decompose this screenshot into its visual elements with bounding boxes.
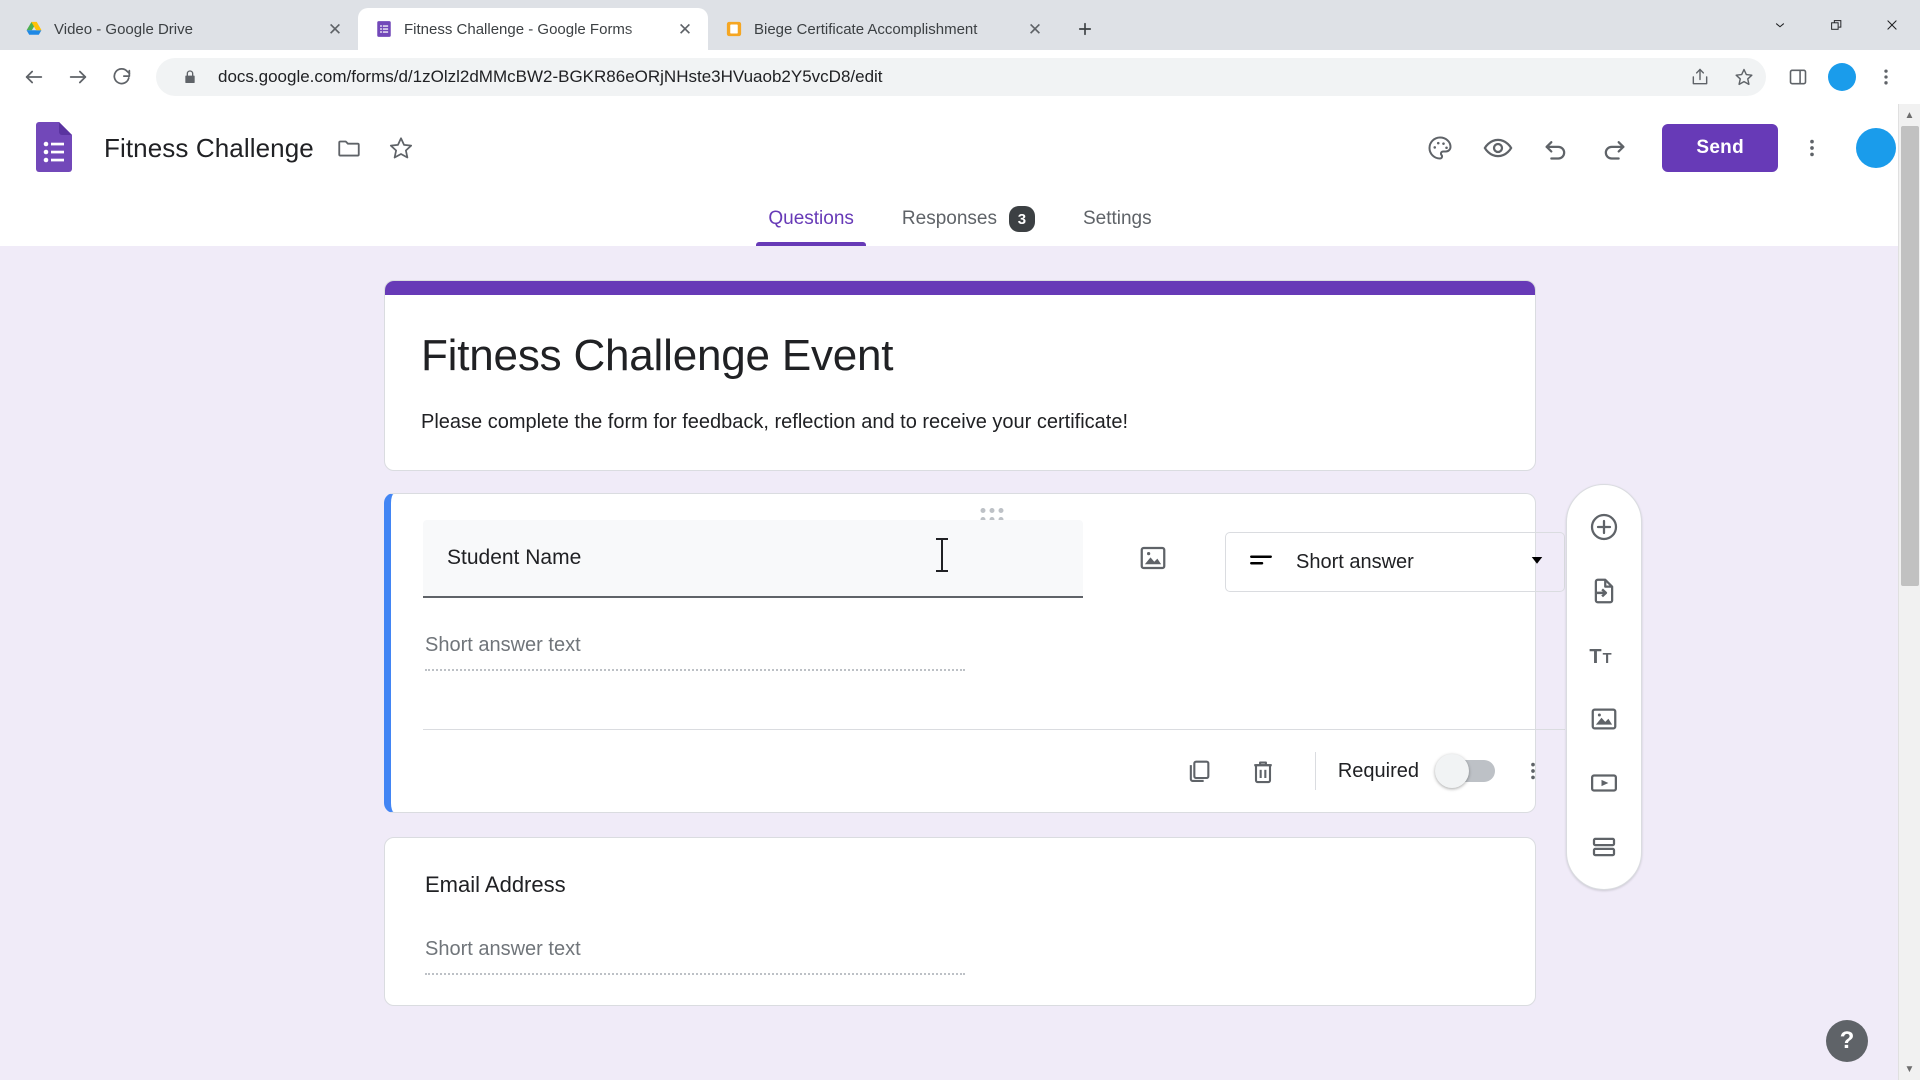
question-type-value: Short answer xyxy=(1296,551,1506,574)
forms-header: Fitness Challenge xyxy=(0,104,1920,192)
three-dot-menu-icon[interactable] xyxy=(1866,57,1906,97)
tab-responses[interactable]: Responses 3 xyxy=(878,192,1059,246)
google-forms-icon xyxy=(374,19,394,39)
google-drive-icon xyxy=(24,19,44,39)
add-section-icon[interactable] xyxy=(1578,821,1630,873)
address-bar-url: docs.google.com/forms/d/1zOlzl2dMMcBW2-B… xyxy=(218,67,1672,87)
scroll-down-arrow-icon[interactable]: ▼ xyxy=(1899,1058,1920,1080)
star-icon[interactable] xyxy=(384,131,418,165)
question-type-dropdown[interactable]: Short answer xyxy=(1225,532,1565,592)
google-forms-logo xyxy=(32,122,76,174)
tab-title: Biege Certificate Accomplishment xyxy=(754,21,1014,38)
close-icon[interactable]: ✕ xyxy=(1024,18,1046,40)
required-label: Required xyxy=(1338,760,1419,783)
undo-icon[interactable] xyxy=(1532,124,1580,172)
form-header-card[interactable]: Fitness Challenge Event Please complete … xyxy=(384,280,1536,471)
share-icon[interactable] xyxy=(1684,61,1716,93)
tab-title: Video - Google Drive xyxy=(54,21,314,38)
add-image-icon[interactable] xyxy=(1129,534,1177,582)
tab-settings[interactable]: Settings xyxy=(1059,192,1176,246)
palette-icon[interactable] xyxy=(1416,124,1464,172)
move-to-folder-icon[interactable] xyxy=(332,131,366,165)
browser-toolbar-right xyxy=(1778,57,1906,97)
toggle-knob xyxy=(1435,754,1469,788)
short-answer-icon xyxy=(1248,547,1274,578)
tab-settings-label: Settings xyxy=(1083,208,1152,230)
redo-icon[interactable] xyxy=(1590,124,1638,172)
lock-icon xyxy=(174,61,206,93)
forms-canvas-inner: Fitness Challenge Event Please complete … xyxy=(384,246,1536,1006)
import-questions-icon[interactable] xyxy=(1578,565,1630,617)
scrollbar-thumb[interactable] xyxy=(1901,126,1919,586)
canva-icon xyxy=(724,19,744,39)
question-title-input[interactable]: Student Name xyxy=(423,520,1083,598)
question-title-value[interactable]: Email Address xyxy=(425,872,1503,898)
address-bar[interactable]: docs.google.com/forms/d/1zOlzl2dMMcBW2-B… xyxy=(156,58,1766,96)
tab-questions[interactable]: Questions xyxy=(744,192,878,246)
add-question-icon[interactable] xyxy=(1578,501,1630,553)
question-title-value: Student Name xyxy=(447,546,581,570)
svg-text:T: T xyxy=(1589,646,1601,668)
question-card-email-address[interactable]: Email Address Short answer text xyxy=(384,837,1536,1006)
maximize-window-button[interactable] xyxy=(1808,2,1864,48)
add-image-icon[interactable] xyxy=(1578,693,1630,745)
window-controls xyxy=(1752,0,1920,50)
trash-icon[interactable] xyxy=(1237,745,1289,797)
three-dot-menu-icon[interactable] xyxy=(1507,745,1559,797)
browser-tab-fitness-challenge-google-forms[interactable]: Fitness Challenge - Google Forms ✕ xyxy=(358,8,708,50)
browser-chrome: Video - Google Drive ✕ Fitness Challenge… xyxy=(0,0,1920,104)
forward-icon[interactable] xyxy=(58,57,98,97)
close-icon[interactable]: ✕ xyxy=(324,18,346,40)
forms-tab-bar: Questions Responses 3 Settings xyxy=(0,192,1920,246)
page-scrollbar[interactable]: ▲ ▼ xyxy=(1898,104,1920,1080)
form-title[interactable]: Fitness Challenge Event xyxy=(421,323,1499,395)
question-card-student-name[interactable]: Student Name Short answ xyxy=(384,493,1536,813)
short-answer-preview: Short answer text xyxy=(425,634,965,671)
browser-tab-video-google-drive[interactable]: Video - Google Drive ✕ xyxy=(8,8,358,50)
profile-avatar[interactable] xyxy=(1828,63,1856,91)
help-button[interactable]: ? xyxy=(1826,1020,1868,1062)
browser-toolbar: docs.google.com/forms/d/1zOlzl2dMMcBW2-B… xyxy=(0,50,1920,104)
scroll-up-arrow-icon[interactable]: ▲ xyxy=(1899,104,1920,126)
add-item-toolbar: T T xyxy=(1566,484,1642,890)
document-title-area: Fitness Challenge xyxy=(104,131,418,165)
minimize-window-button[interactable] xyxy=(1752,2,1808,48)
duplicate-icon[interactable] xyxy=(1173,745,1225,797)
tab-responses-label: Responses xyxy=(902,208,997,230)
browser-tab-biege-certificate[interactable]: Biege Certificate Accomplishment ✕ xyxy=(708,8,1058,50)
tab-questions-label: Questions xyxy=(768,208,854,230)
text-cursor-icon xyxy=(941,538,943,572)
forms-header-actions: Send xyxy=(1416,124,1896,172)
send-button[interactable]: Send xyxy=(1662,124,1778,172)
add-title-description-icon[interactable]: T T xyxy=(1578,629,1630,681)
back-icon[interactable] xyxy=(14,57,54,97)
eye-icon[interactable] xyxy=(1474,124,1522,172)
close-window-button[interactable] xyxy=(1864,2,1920,48)
side-panel-icon[interactable] xyxy=(1778,57,1818,97)
three-dot-menu-icon[interactable] xyxy=(1788,124,1836,172)
theme-color-stripe xyxy=(385,281,1535,295)
page-title[interactable]: Fitness Challenge xyxy=(104,133,314,164)
required-toggle[interactable] xyxy=(1439,760,1495,782)
form-description[interactable]: Please complete the form for feedback, r… xyxy=(421,395,1499,434)
avatar[interactable] xyxy=(1856,128,1896,168)
star-icon[interactable] xyxy=(1728,61,1760,93)
question-footer-toolbar: Required xyxy=(423,730,1565,812)
short-answer-preview: Short answer text xyxy=(425,938,965,975)
tab-title: Fitness Challenge - Google Forms xyxy=(404,21,664,38)
responses-count-badge: 3 xyxy=(1009,206,1035,232)
new-tab-button[interactable] xyxy=(1068,12,1102,46)
add-video-icon[interactable] xyxy=(1578,757,1630,809)
tab-strip: Video - Google Drive ✕ Fitness Challenge… xyxy=(0,0,1920,50)
google-forms-app: Fitness Challenge xyxy=(0,104,1920,1080)
forms-canvas: Fitness Challenge Event Please complete … xyxy=(0,246,1920,1080)
reload-icon[interactable] xyxy=(102,57,142,97)
toolbar-divider xyxy=(1315,752,1316,790)
chevron-down-icon xyxy=(1528,551,1546,574)
svg-text:T: T xyxy=(1603,651,1612,667)
close-icon[interactable]: ✕ xyxy=(674,18,696,40)
